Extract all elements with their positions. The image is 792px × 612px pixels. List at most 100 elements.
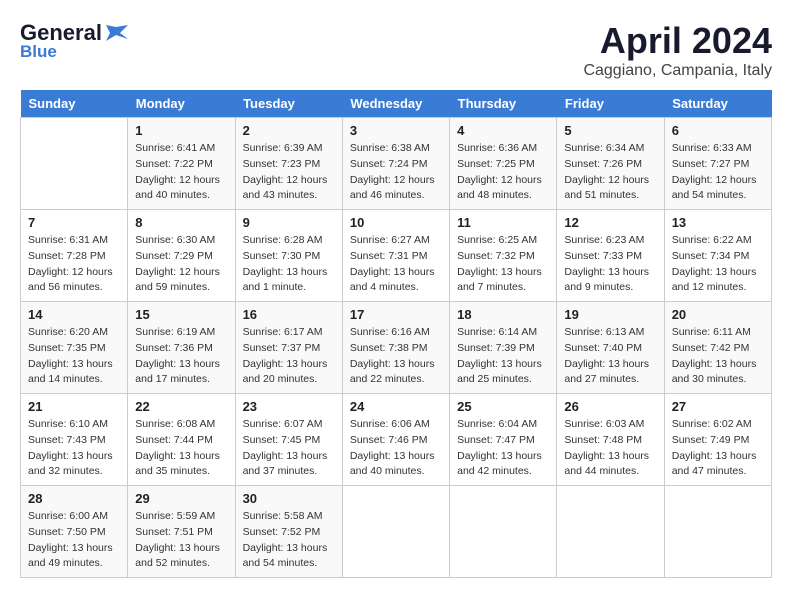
day-info: Sunrise: 6:31 AM Sunset: 7:28 PM Dayligh… (28, 233, 120, 296)
sunrise-label: Sunrise: 6:31 AM (28, 234, 108, 246)
sunset-label: Sunset: 7:37 PM (243, 342, 321, 354)
daylight-label: Daylight: 12 hours and 54 minutes. (672, 174, 757, 202)
day-number: 8 (135, 215, 227, 230)
day-number: 11 (457, 215, 549, 230)
day-info: Sunrise: 6:22 AM Sunset: 7:34 PM Dayligh… (672, 233, 764, 296)
calendar-cell: 27 Sunrise: 6:02 AM Sunset: 7:49 PM Dayl… (664, 394, 771, 486)
sunset-label: Sunset: 7:50 PM (28, 526, 106, 538)
sunrise-label: Sunrise: 6:06 AM (350, 418, 430, 430)
calendar-cell (342, 486, 449, 578)
sunset-label: Sunset: 7:22 PM (135, 158, 213, 170)
daylight-label: Daylight: 13 hours and 40 minutes. (350, 450, 435, 478)
calendar-cell: 21 Sunrise: 6:10 AM Sunset: 7:43 PM Dayl… (21, 394, 128, 486)
sunrise-label: Sunrise: 6:23 AM (564, 234, 644, 246)
sunrise-label: Sunrise: 6:36 AM (457, 142, 537, 154)
calendar-cell: 29 Sunrise: 5:59 AM Sunset: 7:51 PM Dayl… (128, 486, 235, 578)
day-info: Sunrise: 6:17 AM Sunset: 7:37 PM Dayligh… (243, 325, 335, 388)
daylight-label: Daylight: 13 hours and 35 minutes. (135, 450, 220, 478)
sunset-label: Sunset: 7:29 PM (135, 250, 213, 262)
calendar-week-1: 1 Sunrise: 6:41 AM Sunset: 7:22 PM Dayli… (21, 118, 772, 210)
day-number: 20 (672, 307, 764, 322)
calendar-cell: 7 Sunrise: 6:31 AM Sunset: 7:28 PM Dayli… (21, 210, 128, 302)
day-info: Sunrise: 6:23 AM Sunset: 7:33 PM Dayligh… (564, 233, 656, 296)
sunset-label: Sunset: 7:42 PM (672, 342, 750, 354)
calendar-cell: 18 Sunrise: 6:14 AM Sunset: 7:39 PM Dayl… (450, 302, 557, 394)
header-tuesday: Tuesday (235, 90, 342, 118)
daylight-label: Daylight: 13 hours and 44 minutes. (564, 450, 649, 478)
day-number: 25 (457, 399, 549, 414)
sunrise-label: Sunrise: 6:41 AM (135, 142, 215, 154)
day-info: Sunrise: 6:36 AM Sunset: 7:25 PM Dayligh… (457, 141, 549, 204)
day-info: Sunrise: 6:14 AM Sunset: 7:39 PM Dayligh… (457, 325, 549, 388)
day-info: Sunrise: 6:38 AM Sunset: 7:24 PM Dayligh… (350, 141, 442, 204)
day-number: 13 (672, 215, 764, 230)
calendar-week-3: 14 Sunrise: 6:20 AM Sunset: 7:35 PM Dayl… (21, 302, 772, 394)
day-number: 9 (243, 215, 335, 230)
logo: General Blue (20, 20, 128, 62)
day-number: 29 (135, 491, 227, 506)
calendar-cell: 22 Sunrise: 6:08 AM Sunset: 7:44 PM Dayl… (128, 394, 235, 486)
daylight-label: Daylight: 12 hours and 51 minutes. (564, 174, 649, 202)
day-info: Sunrise: 6:13 AM Sunset: 7:40 PM Dayligh… (564, 325, 656, 388)
calendar-cell: 23 Sunrise: 6:07 AM Sunset: 7:45 PM Dayl… (235, 394, 342, 486)
sunset-label: Sunset: 7:27 PM (672, 158, 750, 170)
header-sunday: Sunday (21, 90, 128, 118)
sunrise-label: Sunrise: 6:20 AM (28, 326, 108, 338)
sunset-label: Sunset: 7:23 PM (243, 158, 321, 170)
sunset-label: Sunset: 7:48 PM (564, 434, 642, 446)
sunrise-label: Sunrise: 6:22 AM (672, 234, 752, 246)
sunset-label: Sunset: 7:46 PM (350, 434, 428, 446)
sunrise-label: Sunrise: 6:11 AM (672, 326, 751, 338)
calendar-cell: 9 Sunrise: 6:28 AM Sunset: 7:30 PM Dayli… (235, 210, 342, 302)
day-number: 15 (135, 307, 227, 322)
calendar-cell: 13 Sunrise: 6:22 AM Sunset: 7:34 PM Dayl… (664, 210, 771, 302)
calendar-cell: 12 Sunrise: 6:23 AM Sunset: 7:33 PM Dayl… (557, 210, 664, 302)
day-info: Sunrise: 6:30 AM Sunset: 7:29 PM Dayligh… (135, 233, 227, 296)
daylight-label: Daylight: 13 hours and 47 minutes. (672, 450, 757, 478)
page-header: General Blue April 2024 Caggiano, Campan… (20, 20, 772, 80)
day-number: 24 (350, 399, 442, 414)
sunrise-label: Sunrise: 6:38 AM (350, 142, 430, 154)
sunrise-label: Sunrise: 6:17 AM (243, 326, 323, 338)
calendar-cell (664, 486, 771, 578)
calendar-cell: 5 Sunrise: 6:34 AM Sunset: 7:26 PM Dayli… (557, 118, 664, 210)
sunset-label: Sunset: 7:51 PM (135, 526, 213, 538)
day-number: 22 (135, 399, 227, 414)
sunset-label: Sunset: 7:38 PM (350, 342, 428, 354)
daylight-label: Daylight: 13 hours and 27 minutes. (564, 358, 649, 386)
daylight-label: Daylight: 13 hours and 49 minutes. (28, 542, 113, 570)
calendar-title: April 2024 (583, 20, 772, 62)
day-number: 14 (28, 307, 120, 322)
daylight-label: Daylight: 13 hours and 32 minutes. (28, 450, 113, 478)
calendar-cell: 10 Sunrise: 6:27 AM Sunset: 7:31 PM Dayl… (342, 210, 449, 302)
daylight-label: Daylight: 12 hours and 56 minutes. (28, 266, 113, 294)
day-number: 18 (457, 307, 549, 322)
calendar-cell: 3 Sunrise: 6:38 AM Sunset: 7:24 PM Dayli… (342, 118, 449, 210)
day-number: 19 (564, 307, 656, 322)
calendar-subtitle: Caggiano, Campania, Italy (583, 62, 772, 80)
day-number: 2 (243, 123, 335, 138)
sunrise-label: Sunrise: 6:08 AM (135, 418, 215, 430)
sunrise-label: Sunrise: 6:10 AM (28, 418, 108, 430)
daylight-label: Daylight: 12 hours and 59 minutes. (135, 266, 220, 294)
daylight-label: Daylight: 12 hours and 46 minutes. (350, 174, 435, 202)
sunrise-label: Sunrise: 6:25 AM (457, 234, 537, 246)
day-number: 28 (28, 491, 120, 506)
sunrise-label: Sunrise: 6:28 AM (243, 234, 323, 246)
day-info: Sunrise: 6:06 AM Sunset: 7:46 PM Dayligh… (350, 417, 442, 480)
calendar-cell: 11 Sunrise: 6:25 AM Sunset: 7:32 PM Dayl… (450, 210, 557, 302)
daylight-label: Daylight: 13 hours and 52 minutes. (135, 542, 220, 570)
calendar-cell: 30 Sunrise: 5:58 AM Sunset: 7:52 PM Dayl… (235, 486, 342, 578)
calendar-cell (21, 118, 128, 210)
daylight-label: Daylight: 13 hours and 37 minutes. (243, 450, 328, 478)
day-number: 17 (350, 307, 442, 322)
day-info: Sunrise: 6:00 AM Sunset: 7:50 PM Dayligh… (28, 509, 120, 572)
day-number: 16 (243, 307, 335, 322)
title-block: April 2024 Caggiano, Campania, Italy (583, 20, 772, 80)
sunrise-label: Sunrise: 6:04 AM (457, 418, 537, 430)
calendar-cell: 1 Sunrise: 6:41 AM Sunset: 7:22 PM Dayli… (128, 118, 235, 210)
daylight-label: Daylight: 13 hours and 30 minutes. (672, 358, 757, 386)
logo-bird-icon (106, 25, 128, 41)
day-number: 1 (135, 123, 227, 138)
calendar-cell (557, 486, 664, 578)
